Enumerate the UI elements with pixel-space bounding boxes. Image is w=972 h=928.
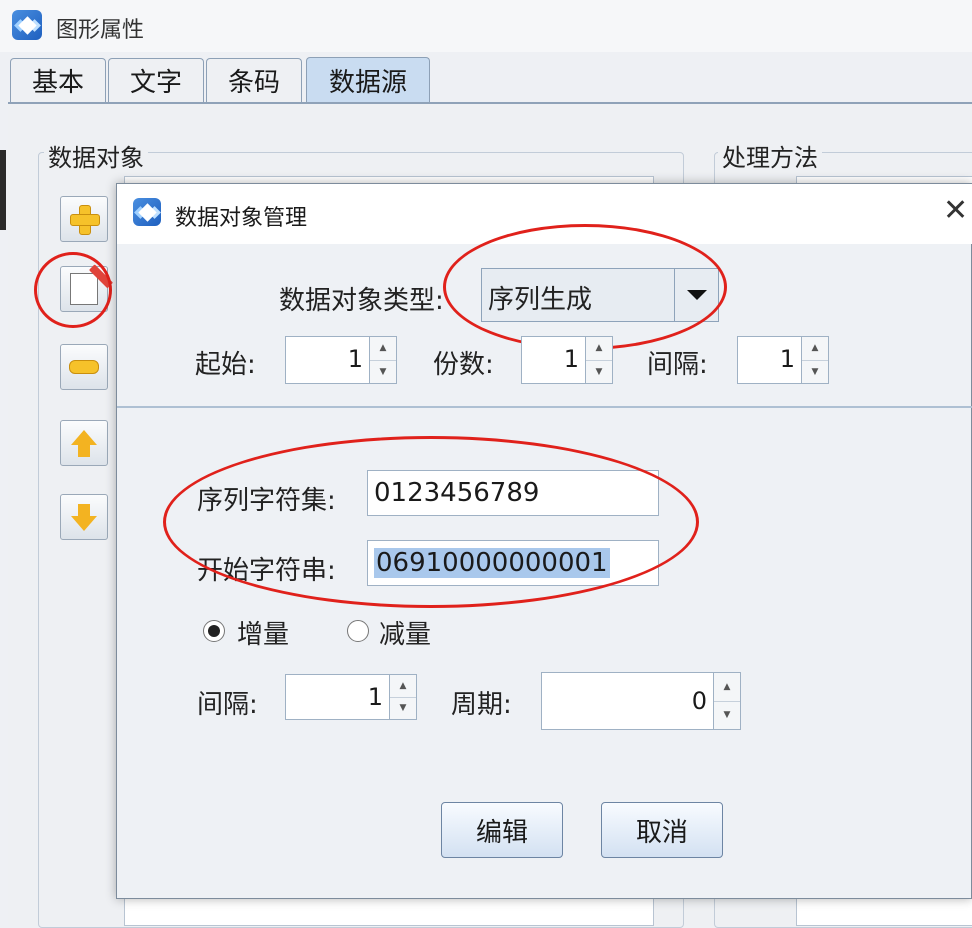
- decrement-radio[interactable]: [347, 620, 369, 642]
- highlight-ellipse-edit: [34, 252, 112, 328]
- tab-basic[interactable]: 基本: [10, 58, 106, 102]
- window-title: 图形属性: [56, 18, 145, 43]
- window-titlebar: [0, 0, 972, 52]
- close-icon[interactable]: ✕: [943, 196, 968, 226]
- start-label: 起始:: [195, 350, 256, 380]
- type-label: 数据对象类型:: [279, 286, 444, 316]
- interval-spinner[interactable]: 1 ▲ ▼: [737, 336, 829, 384]
- dialog-app-icon: [133, 198, 161, 226]
- add-button[interactable]: [60, 196, 108, 242]
- step-interval-label: 间隔:: [197, 690, 258, 720]
- spinner-up-icon[interactable]: ▲: [370, 337, 396, 361]
- tab-divider: [8, 102, 972, 104]
- interval-label: 间隔:: [647, 350, 708, 380]
- decrement-label: 减量: [379, 620, 432, 650]
- period-spinner[interactable]: 0 ▲ ▼: [541, 672, 741, 730]
- start-value: 1: [347, 345, 363, 373]
- move-down-button[interactable]: [60, 494, 108, 540]
- data-object-dialog: 数据对象管理 ✕ 数据对象类型: 序列生成 起始: 1 ▲ ▼ 份数: 1 ▲ ▼ …: [116, 183, 972, 899]
- spinner-down-icon[interactable]: ▼: [586, 360, 612, 383]
- start-spinner[interactable]: 1 ▲ ▼: [285, 336, 397, 384]
- highlight-ellipse-type: [443, 224, 727, 350]
- remove-button[interactable]: [60, 344, 108, 390]
- spinner-up-icon[interactable]: ▲: [802, 337, 828, 361]
- dialog-title: 数据对象管理: [175, 206, 308, 231]
- step-interval-spinner[interactable]: 1 ▲ ▼: [285, 674, 417, 720]
- period-label: 周期:: [451, 690, 512, 720]
- move-up-button[interactable]: [60, 420, 108, 466]
- spinner-down-icon[interactable]: ▼: [802, 360, 828, 383]
- edit-confirm-button[interactable]: 编辑: [441, 802, 563, 858]
- period-value: 0: [691, 687, 707, 715]
- step-interval-value: 1: [367, 683, 383, 711]
- spinner-down-icon[interactable]: ▼: [714, 701, 740, 729]
- processing-group-title: 处理方法: [718, 138, 822, 173]
- cancel-button[interactable]: 取消: [601, 802, 723, 858]
- move-down-icon: [71, 503, 97, 531]
- add-icon: [70, 205, 100, 235]
- remove-icon: [69, 360, 99, 374]
- highlight-ellipse-sequence: [163, 436, 699, 608]
- tab-text[interactable]: 文字: [108, 58, 204, 102]
- increment-label: 增量: [237, 620, 290, 650]
- spinner-down-icon[interactable]: ▼: [390, 697, 416, 719]
- data-object-group-title: 数据对象: [44, 138, 148, 173]
- copies-value: 1: [563, 345, 579, 373]
- app-icon: [12, 10, 42, 40]
- spinner-down-icon[interactable]: ▼: [370, 360, 396, 383]
- spinner-up-icon[interactable]: ▲: [390, 675, 416, 698]
- spinner-up-icon[interactable]: ▲: [714, 673, 740, 702]
- copies-label: 份数:: [433, 350, 494, 380]
- dialog-separator: [117, 406, 972, 408]
- spinner-up-icon[interactable]: ▲: [586, 337, 612, 361]
- increment-radio[interactable]: [203, 620, 225, 642]
- window-edge: [0, 150, 6, 230]
- copies-spinner[interactable]: 1 ▲ ▼: [521, 336, 613, 384]
- interval-value: 1: [779, 345, 795, 373]
- move-up-icon: [71, 429, 97, 457]
- tab-barcode[interactable]: 条码: [206, 58, 302, 102]
- tab-datasource[interactable]: 数据源: [306, 57, 430, 103]
